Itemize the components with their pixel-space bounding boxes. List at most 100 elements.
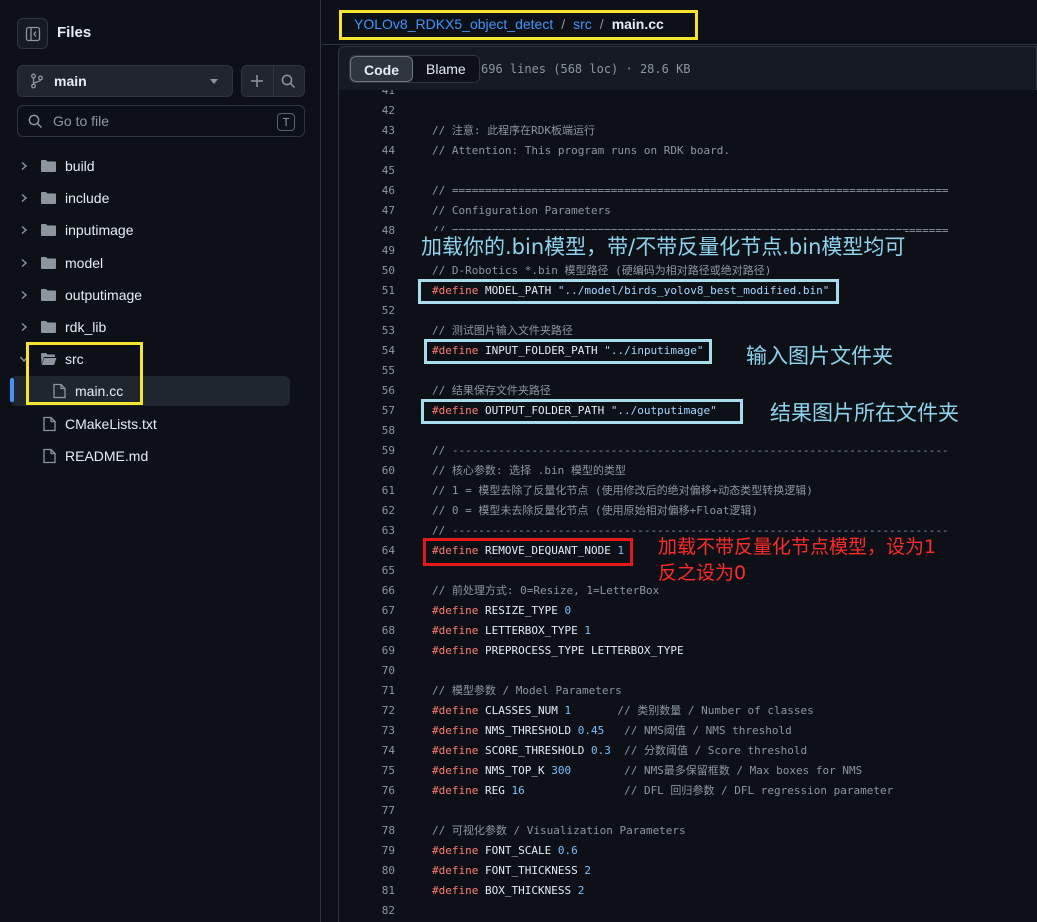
code-line: 61 // 1 = 模型去除了反量化节点 (使用修改后的绝对偏移+动态类型转换逻辑… xyxy=(339,481,1037,501)
line-number[interactable]: 54 xyxy=(339,341,395,361)
line-number[interactable]: 43 xyxy=(339,121,395,141)
line-number[interactable]: 67 xyxy=(339,601,395,621)
line-number[interactable]: 57 xyxy=(339,401,395,421)
code-token: FONT_THICKNESS xyxy=(478,864,585,877)
search-code-button[interactable] xyxy=(272,66,304,96)
line-number[interactable]: 62 xyxy=(339,501,395,521)
tree-folder-item[interactable]: src xyxy=(0,344,321,374)
line-number[interactable]: 66 xyxy=(339,581,395,601)
tree-item-label: main.cc xyxy=(75,383,124,399)
code-token: #define xyxy=(432,784,479,797)
line-number[interactable]: 46 xyxy=(339,181,395,201)
tree-item-label: rdk_lib xyxy=(65,319,107,335)
code-token: // 可视化参数 / Visualization Parameters xyxy=(432,824,686,837)
chevron-right-icon[interactable] xyxy=(19,161,29,171)
line-number[interactable]: 44 xyxy=(339,141,395,161)
tree-folder-item[interactable]: outputimage xyxy=(0,280,321,310)
code-token: 2 xyxy=(577,884,585,897)
breadcrumb-repo-link[interactable]: YOLOv8_RDKX5_object_detect xyxy=(354,16,553,32)
branch-selector[interactable]: main xyxy=(17,65,233,97)
tree-file-item[interactable]: README.md xyxy=(0,441,321,471)
line-number[interactable]: 47 xyxy=(339,201,395,221)
code-token: 0.3 xyxy=(590,744,611,757)
line-number[interactable]: 73 xyxy=(339,721,395,741)
tree-folder-item[interactable]: build xyxy=(0,151,321,181)
line-number[interactable]: 51 xyxy=(339,281,395,301)
tree-folder-item[interactable]: rdk_lib xyxy=(0,312,321,342)
blame-tab[interactable]: Blame xyxy=(413,56,479,82)
code-text: #define MODEL_PATH "../model/birds_yolov… xyxy=(432,281,829,301)
code-token: // Configuration Parameters xyxy=(432,204,611,217)
file-icon xyxy=(43,448,56,464)
code-text: #define INPUT_FOLDER_PATH "../inputimage… xyxy=(432,341,704,361)
breadcrumb-folder-link[interactable]: src xyxy=(573,16,592,32)
code-token: #define xyxy=(432,644,479,657)
line-number[interactable]: 74 xyxy=(339,741,395,761)
line-number[interactable]: 72 xyxy=(339,701,395,721)
line-number[interactable]: 70 xyxy=(339,661,395,681)
tree-folder-item[interactable]: model xyxy=(0,248,321,278)
chevron-right-icon[interactable] xyxy=(19,290,29,300)
tree-folder-item[interactable]: include xyxy=(0,183,321,213)
line-number[interactable]: 71 xyxy=(339,681,395,701)
line-number[interactable]: 55 xyxy=(339,361,395,381)
line-number[interactable]: 82 xyxy=(339,901,395,921)
line-number[interactable]: 58 xyxy=(339,421,395,441)
line-number[interactable]: 52 xyxy=(339,301,395,321)
add-file-button[interactable] xyxy=(242,66,273,96)
chevron-down-icon[interactable] xyxy=(19,354,29,364)
chevron-right-icon[interactable] xyxy=(19,193,29,203)
tree-file-item[interactable]: main.cc xyxy=(10,376,290,406)
line-number[interactable]: 42 xyxy=(339,101,395,121)
plus-icon xyxy=(251,75,264,87)
collapse-sidebar-button[interactable] xyxy=(17,18,48,49)
line-number[interactable]: 41 xyxy=(339,90,395,101)
line-number[interactable]: 81 xyxy=(339,881,395,901)
code-token: #define xyxy=(432,284,479,297)
code-line: 62 // 0 = 模型未去除反量化节点 (使用原始相对偏移+Float逻辑) xyxy=(339,501,1037,521)
line-number[interactable]: 48 xyxy=(339,221,395,241)
code-tab[interactable]: Code xyxy=(350,56,413,82)
file-tree-sidebar: Files main Go to file T build include in… xyxy=(0,0,321,922)
line-number[interactable]: 65 xyxy=(339,561,395,581)
folder-icon xyxy=(41,192,56,204)
code-token: // 1 = 模型去除了反量化节点 (使用修改后的绝对偏移+动态类型转换逻辑) xyxy=(432,484,813,497)
line-number[interactable]: 64 xyxy=(339,541,395,561)
code-token: // D-Robotics *.bin 模型路径 (硬编码为相对路径或绝对路径) xyxy=(432,264,772,277)
code-view: YOLOv8_RDKX5_object_detect / src / main.… xyxy=(322,0,1037,922)
chevron-right-icon[interactable] xyxy=(19,258,29,268)
code-token: "../inputimage" xyxy=(604,344,704,357)
line-number[interactable]: 60 xyxy=(339,461,395,481)
line-number[interactable]: 49 xyxy=(339,241,395,261)
line-number[interactable]: 80 xyxy=(339,861,395,881)
line-number[interactable]: 56 xyxy=(339,381,395,401)
line-number[interactable]: 75 xyxy=(339,761,395,781)
chevron-right-icon[interactable] xyxy=(19,225,29,235)
line-number[interactable]: 59 xyxy=(339,441,395,461)
code-token: // =====================================… xyxy=(432,184,949,197)
line-number[interactable]: 79 xyxy=(339,841,395,861)
line-number[interactable]: 45 xyxy=(339,161,395,181)
tree-folder-item[interactable]: inputimage xyxy=(0,215,321,245)
code-text: #define NMS_TOP_K 300 // NMS最多保留框数 / Max… xyxy=(432,761,862,781)
git-branch-icon xyxy=(31,73,43,89)
chevron-right-icon[interactable] xyxy=(19,322,29,332)
code-text: #define NMS_THRESHOLD 0.45 // NMS阈值 / NM… xyxy=(432,721,792,741)
line-number[interactable]: 76 xyxy=(339,781,395,801)
line-number[interactable]: 69 xyxy=(339,641,395,661)
tree-file-item[interactable]: CMakeLists.txt xyxy=(0,409,321,439)
line-number[interactable]: 68 xyxy=(339,621,395,641)
line-number[interactable]: 50 xyxy=(339,261,395,281)
code-line: 47 // Configuration Parameters xyxy=(339,201,1037,221)
code-token: 1 xyxy=(617,544,625,557)
line-number[interactable]: 53 xyxy=(339,321,395,341)
line-number[interactable]: 61 xyxy=(339,481,395,501)
folder-icon xyxy=(41,224,56,236)
go-to-file-input[interactable]: Go to file T xyxy=(17,105,305,137)
code-token: 0 xyxy=(564,604,572,617)
line-number[interactable]: 63 xyxy=(339,521,395,541)
code-text: #define REG 16 // DFL 回归参数 / DFL regress… xyxy=(432,781,893,801)
code-line: 45 xyxy=(339,161,1037,181)
line-number[interactable]: 77 xyxy=(339,801,395,821)
line-number[interactable]: 78 xyxy=(339,821,395,841)
